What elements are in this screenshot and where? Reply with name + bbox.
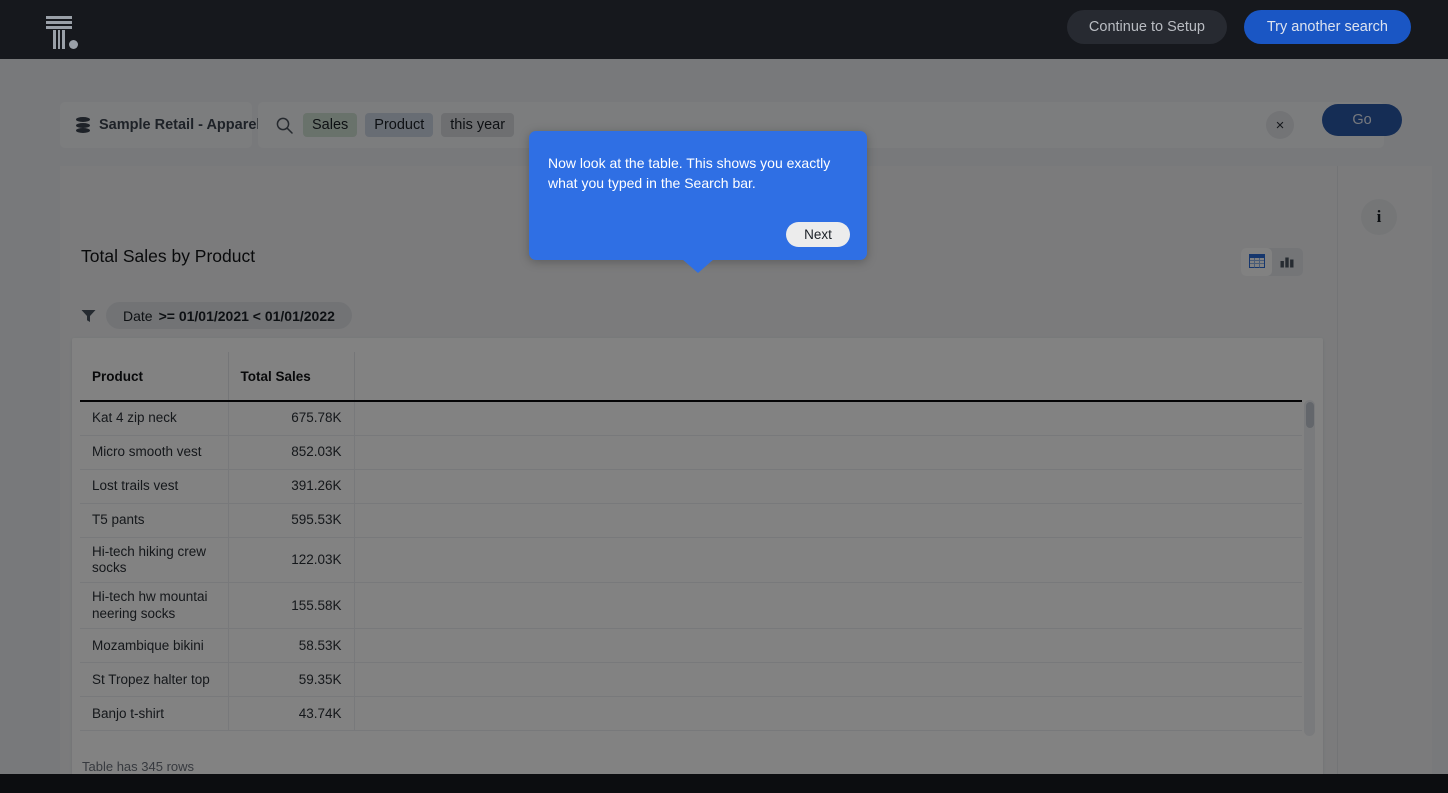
table-row[interactable]: Banjo t-shirt 43.74K [80, 696, 1302, 732]
cell-total-sales[interactable]: 58.53K [228, 628, 355, 664]
logo-bar-2 [46, 21, 72, 24]
search-token-product[interactable]: Product [365, 113, 434, 137]
search-icon [276, 117, 293, 134]
page-title: Total Sales by Product [81, 246, 256, 266]
filter-field-label: Date [123, 307, 153, 324]
cell-blank [354, 503, 1302, 538]
datasource-label: Sample Retail - Apparel [99, 117, 261, 133]
table-header-row: Product Total Sales [80, 352, 1302, 402]
cell-blank [354, 469, 1302, 504]
browser-window: Continue to Setup Try another search Sam… [0, 0, 1448, 793]
cell-product[interactable]: Mozambique bikini [80, 628, 229, 664]
table-vertical-scrollbar[interactable] [1304, 400, 1315, 736]
filter-funnel-icon [81, 309, 96, 323]
table-row[interactable]: Hi-tech hw mountai neering socks 155.58K [80, 582, 1302, 630]
cell-product[interactable]: Micro smooth vest [80, 435, 229, 470]
table-row-count-label: Table has 345 rows [82, 759, 195, 774]
cell-product[interactable]: Kat 4 zip neck [80, 401, 229, 436]
table-row[interactable]: St Tropez halter top 59.35K [80, 662, 1302, 698]
cell-total-sales[interactable]: 59.35K [228, 662, 355, 698]
filter-value-label: >= 01/01/2021 < 01/01/2022 [158, 307, 335, 324]
coachmark-next-button[interactable]: Next [786, 222, 850, 247]
cell-product[interactable]: Hi-tech hiking crew socks [80, 537, 229, 584]
cell-blank [354, 435, 1302, 470]
thoughtspot-logo-icon[interactable] [40, 9, 84, 51]
table-header: Product Total Sales [80, 352, 1302, 402]
filter-row: Date >= 01/01/2021 < 01/01/2022 [81, 302, 352, 329]
table-row[interactable]: Micro smooth vest 852.03K [80, 435, 1302, 470]
cell-total-sales[interactable]: 122.03K [228, 537, 355, 584]
continue-to-setup-button[interactable]: Continue to Setup [1066, 10, 1227, 44]
cell-product[interactable]: Banjo t-shirt [80, 696, 229, 732]
cell-total-sales[interactable]: 391.26K [228, 469, 355, 504]
table-scrollbar-thumb[interactable] [1305, 402, 1314, 428]
table-row[interactable]: Kat 4 zip neck 675.78K [80, 401, 1302, 436]
logo-bar-1 [46, 16, 72, 19]
search-token-this-year[interactable]: this year [441, 113, 515, 137]
logo-dot [69, 40, 78, 49]
cell-product[interactable]: St Tropez halter top [80, 662, 229, 698]
cell-total-sales[interactable]: 852.03K [228, 435, 355, 470]
chart-view-toggle-button[interactable] [1272, 248, 1303, 276]
cell-total-sales[interactable]: 43.74K [228, 696, 355, 732]
column-header-product[interactable]: Product [80, 352, 229, 402]
cell-total-sales[interactable]: 155.58K [228, 582, 355, 630]
try-another-search-button[interactable]: Try another search [1243, 10, 1411, 44]
go-button[interactable]: Go [1322, 104, 1402, 136]
datasource-selector[interactable]: Sample Retail - Apparel [60, 102, 260, 148]
table-row[interactable]: Lost trails vest 391.26K [80, 469, 1302, 504]
clear-search-icon[interactable]: × [1266, 111, 1294, 139]
table-row[interactable]: Hi-tech hiking crew socks 122.03K [80, 537, 1302, 584]
bar-chart-icon [1280, 254, 1296, 271]
column-header-blank [354, 352, 1302, 402]
table-body: Kat 4 zip neck 675.78K Micro smooth vest 8… [80, 401, 1302, 732]
table-card: Product Total Sales Kat 4 zip neck 675.78… [72, 338, 1323, 774]
table-row[interactable]: Mozambique bikini 58.53K [80, 628, 1302, 664]
date-filter-chip[interactable]: Date >= 01/01/2021 < 01/01/2022 [106, 302, 352, 329]
cell-product[interactable]: T5 pants [80, 503, 229, 538]
coachmark-arrow [682, 259, 714, 273]
database-icon [76, 117, 90, 133]
column-header-total-sales[interactable]: Total Sales [228, 352, 355, 402]
table-view-toggle-button[interactable] [1241, 248, 1272, 276]
data-table: Product Total Sales Kat 4 zip neck 675.78… [80, 352, 1302, 732]
logo-bar-3 [46, 26, 72, 29]
visualization-side-panel: i [1337, 166, 1432, 774]
cell-blank [354, 662, 1302, 698]
cell-blank [354, 628, 1302, 664]
table-scroll-region[interactable]: Product Total Sales Kat 4 zip neck 675.78… [80, 352, 1315, 736]
info-icon[interactable]: i [1361, 199, 1397, 235]
table-row[interactable]: T5 pants 595.53K [80, 503, 1302, 538]
logo-stem-left [53, 30, 56, 49]
cell-blank [354, 401, 1302, 436]
logo-stem-middle [57, 30, 60, 49]
table-icon [1248, 253, 1265, 271]
top-navigation-bar: Continue to Setup Try another search [0, 0, 1448, 59]
search-token-sales[interactable]: Sales [303, 113, 358, 137]
cell-blank [354, 582, 1302, 630]
cell-total-sales[interactable]: 595.53K [228, 503, 355, 538]
cell-product[interactable]: Hi-tech hw mountai neering socks [80, 582, 229, 630]
cell-product[interactable]: Lost trails vest [80, 469, 229, 504]
cell-blank [354, 537, 1302, 584]
cell-blank [354, 696, 1302, 732]
cell-total-sales[interactable]: 675.78K [228, 401, 355, 436]
coachmark-text: Now look at the table. This shows you ex… [548, 155, 831, 192]
visualization-view-toggle [1241, 248, 1303, 276]
logo-stem-right [62, 30, 65, 49]
coachmark-tooltip: Now look at the table. This shows you ex… [529, 131, 867, 273]
